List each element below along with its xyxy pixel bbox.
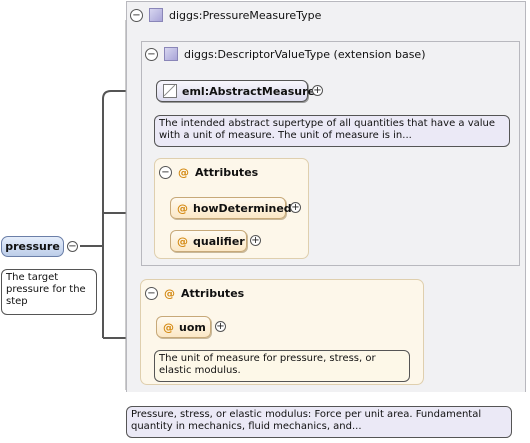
collapse-icon[interactable]: −: [145, 47, 158, 61]
expand-icon[interactable]: +: [290, 202, 301, 213]
pressure-element-label: pressure: [5, 240, 60, 253]
attribute-uom[interactable]: @ uom: [156, 316, 211, 338]
collapse-icon[interactable]: −: [159, 166, 172, 179]
attribute-howdetermined[interactable]: @ howDetermined: [170, 197, 292, 219]
pressure-measure-type-annotation: Pressure, stress, or elastic modulus: Fo…: [126, 406, 512, 438]
abstract-measure-label: eml:AbstractMeasure: [182, 84, 316, 98]
pressure-measure-type-name: diggs:PressureMeasureType: [169, 8, 322, 22]
abstract-measure-annotation: The intended abstract supertype of all q…: [154, 115, 510, 147]
expand-icon[interactable]: +: [215, 321, 226, 332]
pressure-measure-type-header: − diggs:PressureMeasureType: [130, 8, 321, 22]
abstract-measure-element[interactable]: eml:AbstractMeasure: [156, 80, 315, 102]
expand-icon[interactable]: +: [312, 85, 323, 96]
outer-attributes-header: − @ Attributes: [145, 287, 244, 300]
abstract-element-icon: [163, 84, 177, 98]
collapse-icon[interactable]: −: [67, 241, 78, 252]
complex-type-icon: [164, 47, 178, 61]
at-sign-icon: @: [177, 201, 188, 215]
expand-icon[interactable]: +: [250, 235, 261, 246]
uom-annotation: The unit of measure for pressure, stress…: [154, 350, 410, 382]
attribute-label: howDetermined: [193, 201, 292, 215]
complex-type-icon: [149, 8, 163, 22]
collapse-icon[interactable]: −: [145, 287, 158, 300]
descriptor-value-type-name: diggs:DescriptorValueType (extension bas…: [184, 47, 426, 61]
inner-attributes-header: − @ Attributes: [159, 166, 258, 179]
attribute-label: qualifier: [193, 234, 245, 248]
attributes-label: Attributes: [195, 166, 259, 179]
at-sign-icon: @: [178, 166, 189, 179]
descriptor-value-type-header: − diggs:DescriptorValueType (extension b…: [145, 47, 425, 61]
collapse-icon[interactable]: −: [130, 8, 143, 22]
attributes-label: Attributes: [181, 287, 245, 300]
attribute-label: uom: [179, 320, 206, 334]
at-sign-icon: @: [163, 320, 174, 334]
at-sign-icon: @: [164, 287, 175, 300]
at-sign-icon: @: [177, 234, 188, 248]
pressure-element[interactable]: pressure: [1, 236, 64, 257]
pressure-annotation: The target pressure for the step: [1, 269, 97, 315]
attribute-qualifier[interactable]: @ qualifier: [170, 230, 247, 252]
